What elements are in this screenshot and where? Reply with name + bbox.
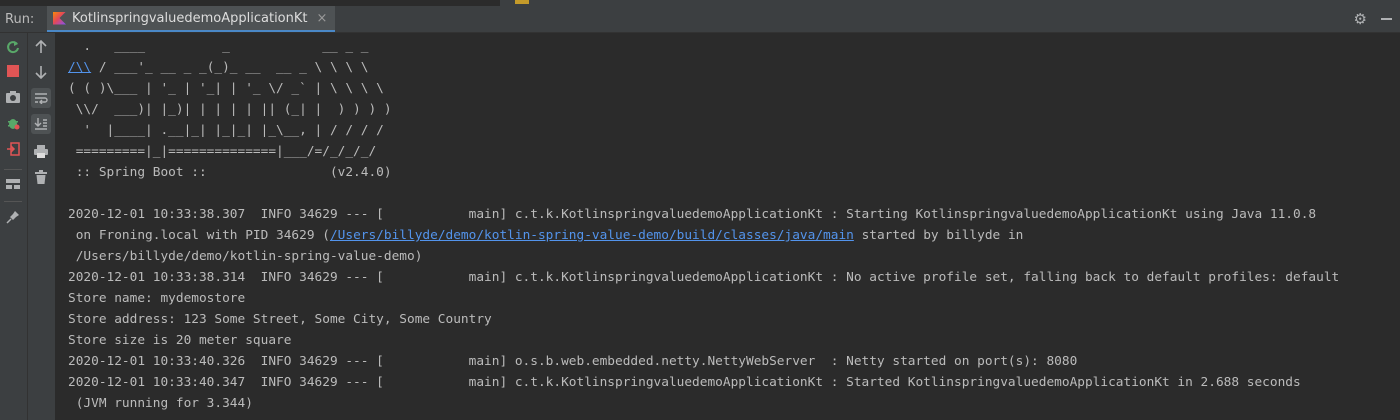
toolbar-separator bbox=[4, 201, 22, 202]
down-arrow-icon[interactable] bbox=[31, 62, 51, 82]
trash-icon[interactable] bbox=[31, 167, 51, 187]
run-label: Run: bbox=[5, 11, 35, 27]
banner-line: =========|_|==============|___/=/_/_/_/ bbox=[68, 144, 377, 159]
log-line: 2020-12-01 10:33:40.326 INFO 34629 --- [… bbox=[68, 354, 1078, 369]
soft-wrap-icon[interactable] bbox=[31, 88, 51, 108]
camera-icon[interactable] bbox=[3, 87, 23, 107]
exit-icon[interactable] bbox=[3, 139, 23, 159]
debug-icon[interactable] bbox=[3, 113, 23, 133]
close-icon[interactable]: × bbox=[317, 11, 328, 26]
banner-line: \\/ ___)| |_)| | | | | || (_| | ) ) ) ) bbox=[68, 102, 392, 117]
up-arrow-icon[interactable] bbox=[31, 37, 51, 57]
banner-text: / ___'_ __ _ _(_)_ __ __ _ \ \ \ \ bbox=[91, 60, 369, 75]
spring-boot-version: :: Spring Boot :: (v2.4.0) bbox=[68, 165, 392, 180]
classes-path-link[interactable]: /Users/billyde/demo/kotlin-spring-value-… bbox=[330, 228, 854, 243]
toolbar-separator bbox=[4, 169, 22, 170]
console-toolbar bbox=[28, 33, 56, 420]
output-line: Store size is 20 meter square bbox=[68, 333, 292, 348]
log-line: (JVM running for 3.344) bbox=[68, 396, 253, 411]
rerun-icon[interactable] bbox=[3, 37, 23, 57]
log-line: 2020-12-01 10:33:38.307 INFO 34629 --- [… bbox=[68, 207, 1317, 222]
log-line: /Users/billyde/demo/kotlin-spring-value-… bbox=[68, 249, 423, 264]
output-line: Store name: mydemostore bbox=[68, 291, 246, 306]
banner-line: ( ( )\___ | '_ | '_| | '_ \/ _` | \ \ \ … bbox=[68, 81, 384, 96]
log-line: on Froning.local with PID 34629 (/Users/… bbox=[68, 225, 1024, 246]
output-line: Store address: 123 Some Street, Some Cit… bbox=[68, 312, 492, 327]
banner-link[interactable]: /\\ bbox=[68, 60, 91, 75]
layout-icon[interactable] bbox=[3, 174, 23, 194]
run-toolbar bbox=[0, 33, 28, 420]
log-line: 2020-12-01 10:33:40.347 INFO 34629 --- [… bbox=[68, 375, 1301, 390]
tab-label: KotlinspringvaluedemoApplicationKt bbox=[72, 10, 308, 26]
run-tool-window-header: Run: KotlinspringvaluedemoApplicationKt … bbox=[0, 6, 1400, 33]
folder-icon bbox=[515, 0, 529, 4]
header-actions: ⚙ bbox=[1354, 10, 1392, 28]
print-icon[interactable] bbox=[31, 141, 51, 161]
scroll-to-end-icon[interactable] bbox=[31, 114, 51, 134]
kotlin-icon bbox=[53, 11, 66, 25]
log-line: 2020-12-01 10:33:38.314 INFO 34629 --- [… bbox=[68, 270, 1340, 285]
banner-line: . ____ _ __ _ _ bbox=[68, 39, 369, 54]
tab-kotlin-app[interactable]: KotlinspringvaluedemoApplicationKt × bbox=[47, 6, 336, 32]
stop-icon[interactable] bbox=[3, 61, 23, 81]
banner-line: /\\ / ___'_ __ _ _(_)_ __ __ _ \ \ \ \ bbox=[68, 57, 368, 78]
banner-line: ' |____| .__|_| |_|_| |_\__, | / / / / bbox=[68, 123, 384, 138]
pin-icon[interactable] bbox=[3, 207, 23, 227]
minimize-icon[interactable] bbox=[1381, 18, 1392, 20]
log-text: on Froning.local with PID 34629 ( bbox=[68, 228, 330, 243]
gear-icon[interactable]: ⚙ bbox=[1354, 10, 1367, 28]
console-output[interactable]: . ____ _ __ _ _ /\\ / ___'_ __ _ _(_)_ _… bbox=[56, 33, 1400, 420]
log-text: started by billyde in bbox=[853, 228, 1024, 243]
